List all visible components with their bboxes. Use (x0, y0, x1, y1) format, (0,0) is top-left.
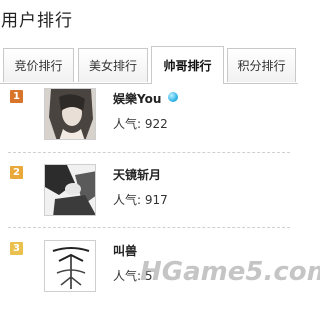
vip-icon (168, 92, 178, 102)
divider (8, 152, 290, 153)
page-title: 用户排行 (1, 11, 73, 31)
tab-beauty-ranking[interactable]: 美女排行 (78, 48, 148, 82)
user-name[interactable]: 叫兽 (113, 242, 137, 259)
ranking-tabs: 竞价排行 美女排行 帅哥排行 积分排行 (0, 46, 298, 84)
user-name[interactable]: 娱樂You (113, 90, 161, 107)
rank-badge: 1 (10, 90, 23, 103)
popularity-count: 人气: 917 (113, 193, 168, 207)
tab-bidding-ranking[interactable]: 竞价排行 (3, 48, 74, 82)
site-watermark: HGame5.com (140, 257, 320, 287)
ranking-header: 用户排行 (0, 0, 298, 34)
avatar[interactable] (44, 88, 96, 140)
avatar-image (45, 89, 95, 139)
rank-badge: 2 (10, 166, 23, 179)
divider (8, 227, 290, 228)
avatar[interactable] (44, 240, 96, 292)
popularity-count: 人气: 922 (113, 117, 168, 131)
tab-baseline (0, 83, 298, 84)
tab-label: 竞价排行 (14, 59, 63, 73)
rank-badge: 3 (10, 242, 23, 255)
avatar[interactable] (44, 164, 96, 216)
ranking-item: 1 娱樂You 人气: 922 (0, 88, 298, 158)
tab-handsome-ranking[interactable]: 帅哥排行 (151, 46, 224, 84)
tab-label: 美女排行 (88, 59, 137, 73)
avatar-image (45, 165, 95, 215)
tab-points-ranking[interactable]: 积分排行 (227, 48, 296, 82)
ranking-item: 2 天镜斩月 人气: 917 (0, 164, 298, 234)
tab-label: 积分排行 (237, 59, 286, 73)
tab-label: 帅哥排行 (163, 59, 212, 73)
avatar-image (45, 241, 95, 291)
user-name[interactable]: 天镜斩月 (113, 166, 161, 183)
